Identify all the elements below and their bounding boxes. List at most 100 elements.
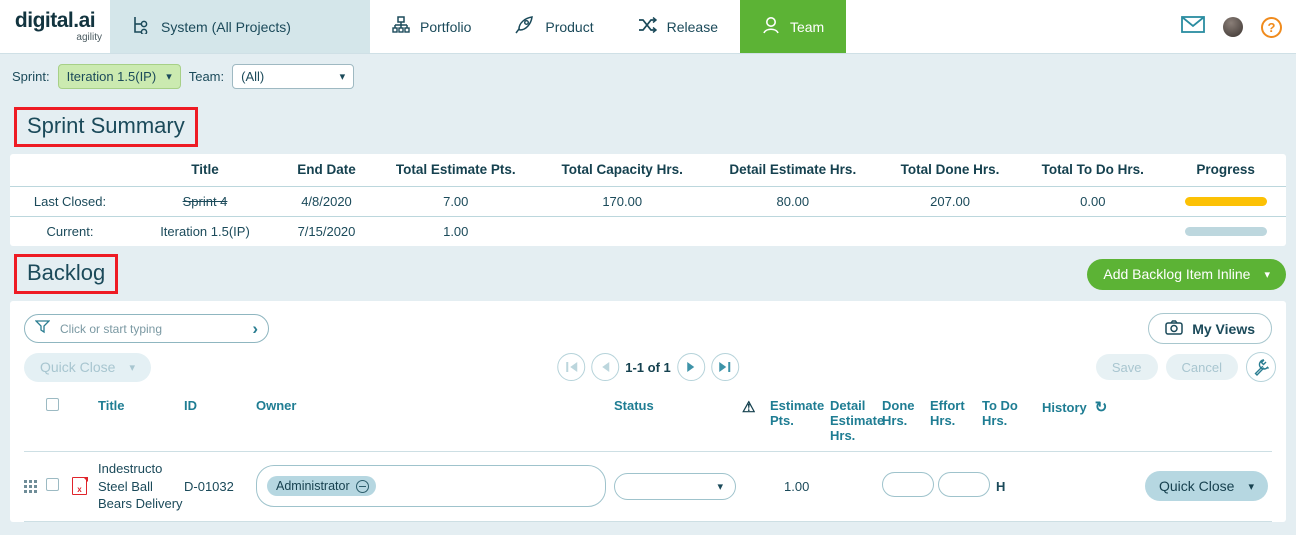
search-input[interactable]: Click or start typing ›	[24, 314, 269, 343]
refresh-icon[interactable]: ↻	[1095, 398, 1108, 416]
context-tab-system[interactable]: System (All Projects)	[110, 0, 370, 53]
wrench-icon[interactable]	[1246, 352, 1276, 382]
col-detail-estimate-hrs: Detail Estimate Hrs.	[705, 154, 880, 187]
mail-icon[interactable]	[1181, 16, 1205, 38]
chevron-down-icon: ▾	[1264, 268, 1270, 281]
row-total-estimate-pts: 7.00	[372, 186, 539, 217]
chevron-right-icon[interactable]: ›	[252, 319, 258, 339]
col-owner[interactable]: Owner	[256, 398, 614, 413]
brand-logo[interactable]: digital.ai agility	[0, 0, 110, 53]
hierarchy-icon	[132, 16, 149, 37]
brand-name: digital.ai	[14, 9, 96, 32]
col-estimate-pts[interactable]: Estimate Pts.	[770, 398, 830, 428]
progress-bar	[1184, 197, 1267, 206]
row-quick-close-label: Quick Close	[1159, 478, 1235, 495]
add-backlog-item-inline-button[interactable]: Add Backlog Item Inline ▾	[1087, 258, 1286, 290]
drag-handle-icon[interactable]	[24, 479, 46, 493]
select-all-checkbox-cell	[46, 398, 72, 414]
pagination-next-button[interactable]	[676, 353, 705, 381]
col-todo-hrs[interactable]: To Do Hrs.	[982, 398, 1042, 428]
col-id[interactable]: ID	[184, 398, 256, 413]
main-nav-items: Portfolio Product Release Team	[370, 0, 1296, 53]
row-quick-close-button[interactable]: Quick Close ▾	[1145, 471, 1268, 502]
funnel-icon	[34, 319, 51, 339]
col-status[interactable]: Status	[614, 398, 742, 413]
context-tab-label: System (All Projects)	[161, 18, 291, 35]
table-row: Current: Iteration 1.5(IP) 7/15/2020 1.0…	[10, 217, 1286, 247]
add-backlog-item-label: Add Backlog Item Inline	[1103, 266, 1251, 282]
row-detail-estimate-hrs	[706, 217, 880, 247]
pagination-first-button[interactable]	[557, 353, 586, 381]
org-chart-icon	[392, 16, 410, 37]
top-navigation: digital.ai agility System (All Projects)	[0, 0, 1296, 54]
col-total-capacity-hrs: Total Capacity Hrs.	[538, 154, 706, 187]
backlog-grid-header: Title ID Owner Status ⚠ Estimate Pts. De…	[24, 388, 1272, 452]
help-icon[interactable]: ?	[1261, 16, 1282, 38]
row-total-capacity-hrs: 170.00	[538, 186, 706, 217]
row-progress	[1165, 217, 1286, 247]
nav-item-team[interactable]: Team	[739, 0, 847, 53]
backlog-panel: Click or start typing › My Views Quick C…	[10, 301, 1286, 522]
col-detail-estimate-hrs[interactable]: Detail Estimate Hrs.	[830, 398, 884, 443]
done-hrs-input[interactable]	[882, 472, 934, 498]
team-select[interactable]: (All) ▾	[232, 64, 355, 89]
nav-item-label: Product	[545, 18, 594, 35]
team-select-value: (All)	[241, 69, 265, 84]
quick-close-label: Quick Close	[40, 359, 116, 375]
search-placeholder: Click or start typing	[60, 321, 163, 336]
progress-bar	[1184, 227, 1267, 236]
row-end-date: 7/15/2020	[297, 224, 356, 239]
sprint-select-value: Iteration 1.5(IP)	[66, 69, 157, 84]
nav-item-release[interactable]: Release	[616, 0, 740, 53]
col-history-label[interactable]: History	[1042, 400, 1087, 415]
chevron-down-icon: ▾	[166, 71, 172, 83]
col-title: Title	[130, 154, 280, 187]
row-end-date: 4/8/2020	[280, 186, 373, 217]
row-total-estimate-pts: 1.00	[443, 224, 469, 239]
shuffle-icon	[638, 16, 657, 36]
row-id[interactable]: D-01032	[184, 479, 256, 494]
col-total-done-hrs: Total Done Hrs.	[879, 154, 1021, 187]
col-effort-hrs[interactable]: Effort Hrs.	[930, 398, 982, 428]
row-done-hrs-cell	[882, 472, 934, 500]
nav-item-product[interactable]: Product	[493, 0, 615, 53]
owner-chip-label: Administrator	[276, 479, 350, 494]
remove-owner-icon[interactable]	[355, 479, 369, 493]
select-all-checkbox[interactable]	[46, 398, 59, 411]
row-history-cell: Quick Close ▾	[1042, 471, 1272, 502]
row-total-capacity-hrs	[539, 217, 706, 247]
row-estimate-pts[interactable]: 1.00	[770, 479, 830, 494]
row-checkbox[interactable]	[46, 478, 59, 492]
nav-right-icons: ?	[1181, 0, 1282, 54]
quick-close-toolbar-button[interactable]: Quick Close ▾	[24, 352, 151, 382]
my-views-button[interactable]: My Views	[1148, 313, 1272, 344]
backlog-heading-row: Backlog Add Backlog Item Inline ▾	[0, 246, 1296, 301]
row-todo-unit: H	[996, 478, 1006, 494]
sprint-select[interactable]: Iteration 1.5(IP) ▾	[57, 64, 181, 89]
status-select[interactable]: ▾	[614, 472, 736, 500]
row-detail-estimate-hrs: 80.00	[705, 186, 880, 217]
backlog-save-cancel-group: Save Cancel	[1095, 352, 1276, 382]
chevron-down-icon: ▾	[339, 71, 346, 83]
col-title[interactable]: Title	[98, 398, 184, 413]
col-progress: Progress	[1165, 154, 1286, 187]
owner-input[interactable]: Administrator	[256, 465, 606, 508]
pagination-last-button[interactable]	[710, 353, 739, 381]
pagination-count: 1-1 of 1	[625, 359, 671, 375]
nav-item-portfolio[interactable]: Portfolio	[370, 0, 493, 53]
row-total-todo-hrs	[1020, 217, 1165, 247]
col-done-hrs[interactable]: Done Hrs.	[882, 398, 930, 428]
sprint-filter-bar: Sprint: Iteration 1.5(IP) ▾ Team: (All) …	[0, 54, 1296, 99]
row-title[interactable]: Iteration 1.5(IP)	[130, 217, 280, 247]
col-rowlabel	[10, 154, 130, 187]
save-button[interactable]: Save	[1095, 354, 1158, 380]
row-label: Last Closed:	[10, 186, 130, 217]
sprint-summary-heading-wrap: Sprint Summary	[0, 99, 1296, 154]
row-title[interactable]: Sprint 4	[130, 186, 280, 217]
avatar[interactable]	[1223, 17, 1243, 37]
pagination-prev-button[interactable]	[591, 353, 620, 381]
backlog-heading: Backlog	[14, 254, 119, 294]
row-title[interactable]: Indestructo Steel Ball Bears Delivery	[98, 460, 184, 513]
cancel-button[interactable]: Cancel	[1165, 354, 1238, 380]
sprint-summary-table: Title End Date Total Estimate Pts. Total…	[10, 154, 1286, 246]
